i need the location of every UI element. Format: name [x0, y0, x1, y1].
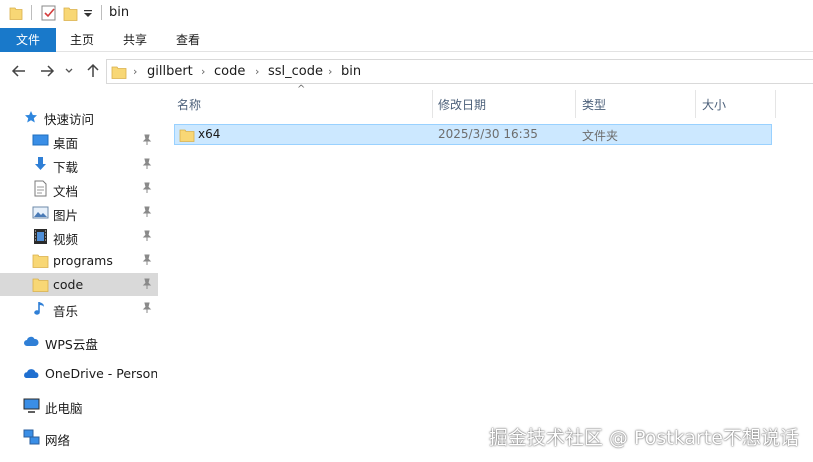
recent-locations-button[interactable] [63, 62, 75, 80]
sidebar-item-label: 网络 [45, 433, 71, 448]
folder-icon [111, 66, 127, 79]
column-divider[interactable] [775, 90, 776, 118]
watermark: 掘金技术社区 @ Postkarte不想说话 [488, 427, 799, 449]
forward-button[interactable] [38, 62, 56, 80]
file-modified: 2025/3/30 16:35 [438, 127, 538, 141]
column-header-modified[interactable]: 修改日期 [438, 96, 486, 113]
sidebar-item-label: 文档 [53, 184, 79, 199]
sidebar-item-label: 桌面 [53, 136, 79, 151]
sidebar-item-onedrive[interactable]: OneDrive - Persona [0, 362, 158, 385]
video-icon [34, 229, 47, 244]
sidebar-item-desktop[interactable]: 桌面 [0, 129, 158, 152]
sidebar-item-documents[interactable]: 文档 [0, 177, 158, 200]
column-header-type[interactable]: 类型 [582, 96, 606, 113]
file-row[interactable]: x64 2025/3/30 16:35 文件夹 [174, 124, 772, 145]
breadcrumb-ssl-code[interactable]: ssl_code [268, 64, 323, 79]
navigation-pane: 快速访问 桌面 下载 文档 图片 视频 programs code 音乐 WPS… [0, 90, 158, 462]
new-folder-icon[interactable] [62, 3, 80, 23]
file-list: ^ 名称 修改日期 类型 大小 x64 2025/3/30 16:35 文件夹 [160, 84, 813, 462]
breadcrumb-code[interactable]: code [214, 64, 245, 79]
computer-icon [23, 398, 40, 413]
desktop-icon [32, 134, 49, 146]
sidebar-item-videos[interactable]: 视频 [0, 225, 158, 248]
sidebar-item-label: programs [53, 253, 113, 268]
column-header-name[interactable]: 名称 [177, 96, 201, 113]
star-icon [25, 111, 37, 123]
breadcrumb-separator[interactable]: › [255, 65, 259, 78]
file-name[interactable]: x64 [198, 127, 220, 141]
window-title: bin [109, 5, 130, 20]
address-bar[interactable]: › gillbert › code › ssl_code › bin [106, 59, 813, 84]
title-bar: bin [0, 0, 813, 26]
folder-icon [32, 254, 49, 268]
breadcrumb-separator[interactable]: › [201, 65, 205, 78]
pin-icon[interactable] [141, 158, 153, 170]
sidebar-item-music[interactable]: 音乐 [0, 297, 158, 320]
properties-icon[interactable] [40, 3, 58, 23]
ribbon-tabs: 文件 主页 共享 查看 [0, 28, 813, 52]
pin-icon[interactable] [141, 230, 153, 242]
pin-icon[interactable] [141, 278, 153, 290]
pin-icon[interactable] [141, 206, 153, 218]
sidebar-item-label: WPS云盘 [45, 337, 98, 352]
forward-arrow-icon [41, 65, 55, 77]
document-icon [34, 180, 47, 197]
up-arrow-icon [87, 63, 99, 77]
breadcrumb-separator: › [133, 65, 138, 78]
separator [31, 5, 32, 20]
sidebar-item-label: 快速访问 [44, 112, 95, 127]
download-icon [35, 157, 46, 170]
breadcrumb-separator[interactable]: › [328, 65, 332, 78]
tab-file[interactable]: 文件 [0, 28, 56, 52]
column-divider[interactable] [432, 90, 433, 118]
sidebar-item-quick-access[interactable]: 快速访问 [0, 105, 158, 128]
sidebar-item-label: 音乐 [53, 304, 79, 319]
network-icon [23, 429, 40, 445]
music-icon [34, 302, 44, 315]
breadcrumb-bin[interactable]: bin [341, 64, 361, 79]
back-button[interactable] [10, 62, 28, 80]
customize-toolbar-icon[interactable] [82, 3, 94, 23]
sort-ascending-icon: ^ [297, 84, 306, 95]
column-divider[interactable] [575, 90, 576, 118]
up-button[interactable] [84, 62, 102, 80]
breadcrumb-gillbert[interactable]: gillbert [147, 64, 193, 79]
tab-home[interactable]: 主页 [60, 28, 104, 52]
pin-icon[interactable] [141, 254, 153, 266]
column-header-size[interactable]: 大小 [702, 96, 726, 113]
sidebar-item-programs[interactable]: programs [0, 249, 158, 272]
folder-icon [179, 129, 195, 142]
tab-share[interactable]: 共享 [113, 28, 157, 52]
pin-icon[interactable] [141, 182, 153, 194]
folder-icon [32, 278, 49, 292]
sidebar-item-wps-cloud[interactable]: WPS云盘 [0, 330, 158, 353]
sidebar-item-pictures[interactable]: 图片 [0, 201, 158, 224]
chevron-down-icon [65, 68, 73, 73]
sidebar-item-label: 图片 [53, 208, 79, 223]
back-arrow-icon [11, 65, 25, 77]
sidebar-item-label: 下载 [53, 160, 79, 175]
sidebar-item-label: OneDrive - Persona [45, 366, 157, 381]
sidebar-item-code[interactable]: code [0, 273, 158, 296]
picture-icon [32, 206, 49, 219]
column-divider[interactable] [695, 90, 696, 118]
sidebar-item-label: 此电脑 [45, 401, 83, 416]
sidebar-item-downloads[interactable]: 下载 [0, 153, 158, 176]
cloud-icon [24, 336, 39, 346]
sidebar-item-network[interactable]: 网络 [0, 426, 158, 449]
pin-icon[interactable] [141, 302, 153, 314]
folder-icon [9, 7, 23, 20]
separator [101, 5, 102, 20]
sidebar-item-label: 视频 [53, 232, 79, 247]
tab-view[interactable]: 查看 [166, 28, 210, 52]
navigation-bar: › gillbert › code › ssl_code › bin [0, 55, 813, 87]
sidebar-item-this-pc[interactable]: 此电脑 [0, 394, 158, 417]
file-type: 文件夹 [582, 129, 619, 143]
onedrive-icon [24, 369, 39, 378]
pin-icon[interactable] [141, 134, 153, 146]
sidebar-item-label: code [53, 277, 84, 292]
